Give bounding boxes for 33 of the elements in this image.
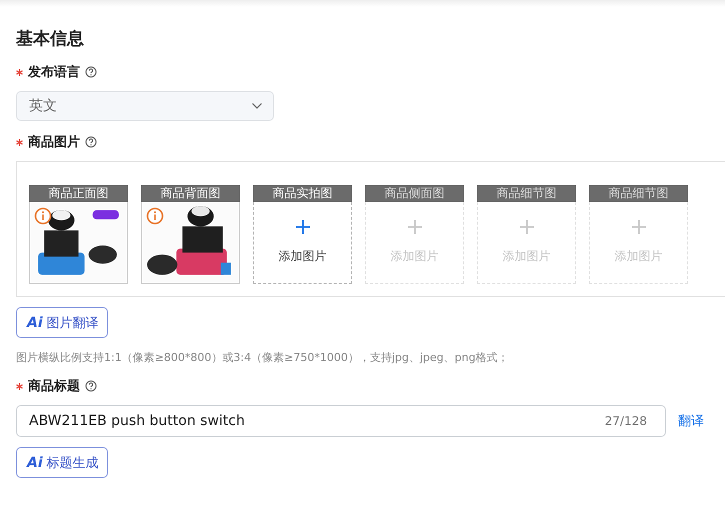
hint-text: 图片横纵比例支持1:1（像素≥800*800）或3:4（像素≥750*1000），支持jpg、jpeg、png格式；: [16, 350, 510, 365]
title-input[interactable]: ABW211EB push button switch 27/128: [16, 405, 666, 437]
field-label: 商品标题: [28, 378, 80, 395]
slot-title: 商品背面图: [141, 185, 240, 202]
chevron-down-icon: [251, 102, 263, 110]
slot-title: 商品侧面图: [365, 185, 464, 202]
field-label: 商品图片: [28, 134, 80, 151]
plus-icon: [408, 220, 422, 234]
upload-area[interactable]: 添加图片: [253, 202, 352, 284]
ai-button[interactable]: Ai 标题生成: [16, 447, 108, 478]
plus-icon: [296, 220, 310, 234]
char-counter: 27/128: [604, 414, 647, 428]
slot-title: 商品正面图: [29, 185, 128, 202]
slot-title: 商品实拍图: [253, 185, 352, 202]
upload-area: 添加图片: [589, 202, 688, 284]
info-icon: [34, 207, 52, 225]
slot-title: 商品细节图: [477, 185, 576, 202]
ai-logo: Ai: [27, 454, 43, 470]
upload-area: 添加图片: [365, 202, 464, 284]
info-icon: [146, 207, 164, 225]
field-label: 发布语言: [28, 64, 80, 81]
plus-icon: [520, 220, 534, 234]
help-icon[interactable]: [85, 380, 97, 392]
upload-area: 添加图片: [477, 202, 576, 284]
section-title: 基本信息: [16, 28, 85, 51]
ai-button[interactable]: Ai 图片翻译: [16, 307, 108, 338]
slot-title: 商品细节图: [589, 185, 688, 202]
help-icon[interactable]: [85, 136, 97, 148]
language-select[interactable]: 英文: [16, 91, 274, 121]
plus-icon: [632, 220, 646, 234]
help-icon[interactable]: [85, 66, 97, 78]
ai-logo: Ai: [27, 314, 43, 330]
translate-link[interactable]: 翻译: [678, 412, 704, 430]
